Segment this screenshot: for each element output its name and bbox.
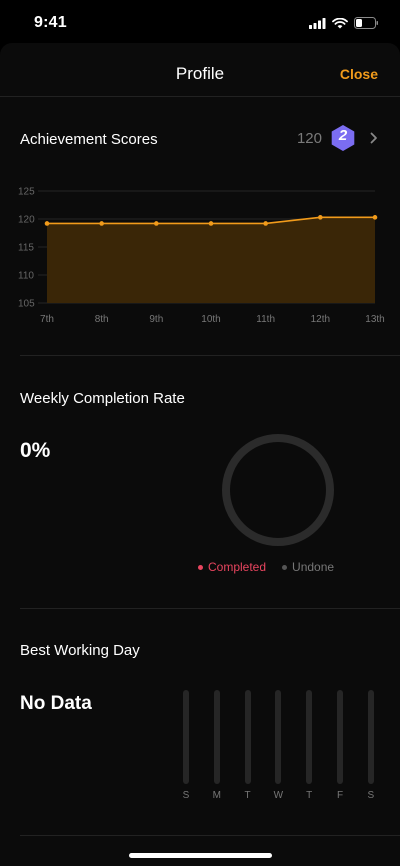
day-bar [367,690,374,784]
completion-ring [222,434,334,546]
x-tick-label: 12th [311,314,330,325]
wifi-icon [332,17,348,28]
best-working-day-title: Best Working Day [20,642,140,659]
legend-undone-label: Undone [292,560,335,574]
status-icons [309,16,378,30]
day-bar [213,690,220,784]
day-label: S [367,790,375,801]
x-tick-label: 7th [40,314,54,325]
y-tick-label: 105 [18,299,35,310]
score-point [154,221,159,226]
x-tick-label: 9th [149,314,163,325]
score-point [318,215,323,220]
score-area [47,217,375,303]
y-tick-label: 125 [18,187,35,198]
divider [20,835,400,836]
score-point [372,215,378,220]
x-tick-label: 8th [95,314,109,325]
completion-ring-track [222,434,334,546]
home-indicator[interactable] [129,853,272,858]
chevron-right-icon [370,132,377,144]
undone-dot-icon [282,564,288,570]
legend-completed: Completed [198,560,266,574]
x-tick-label: 13th [365,314,384,325]
y-tick-label: 110 [18,271,34,282]
achievement-scores-title[interactable]: Achievement Scores [20,131,158,148]
day-bar [337,690,343,784]
day-label: M [212,790,221,801]
divider [20,355,400,356]
best-working-day-value: No Data [20,693,92,714]
status-bar: 9:41 [0,0,400,44]
working-day-bars: SMTWTFS [176,690,381,802]
score-point [99,221,104,226]
y-tick-label: 115 [18,243,34,254]
legend-undone: Undone [282,560,334,574]
completed-dot-icon [198,564,203,570]
achievement-score-chart: 125 120 115 110 105 7th 8th 9th 10th 11th 12th 13th [18,187,385,326]
day-label: F [336,790,344,801]
level-badge-icon: 2 [330,124,356,152]
day-label: W [273,790,284,801]
status-time: 9:41 [34,14,67,31]
close-button[interactable]: Close [340,66,378,82]
level-badge-number: 2 [338,127,348,144]
day-label: T [306,790,313,801]
y-tick-label: 120 [18,215,35,226]
weekly-completion-rate: 0% [20,439,51,462]
cellular-signal-icon [309,17,326,29]
score-point [44,221,50,226]
score-point [208,221,214,226]
battery-icon [354,17,378,29]
score-point [263,221,268,226]
x-tick-label: 10th [201,314,220,325]
day-label: T [244,790,251,801]
day-bar [275,690,282,784]
day-bar [306,690,313,784]
achievement-score-summary[interactable]: 120 2 [297,124,378,152]
nav-bar: Profile Close [0,55,400,97]
x-tick-label: 11th [256,314,275,325]
day-label: S [182,790,190,801]
legend-completed-label: Completed [208,560,267,574]
achievement-score-value: 120 [296,129,322,147]
weekly-completion-title: Weekly Completion Rate [20,390,185,407]
completion-legend: Completed Undone [198,560,334,574]
day-bar [244,690,251,784]
day-bar [183,690,189,784]
divider [20,608,400,609]
